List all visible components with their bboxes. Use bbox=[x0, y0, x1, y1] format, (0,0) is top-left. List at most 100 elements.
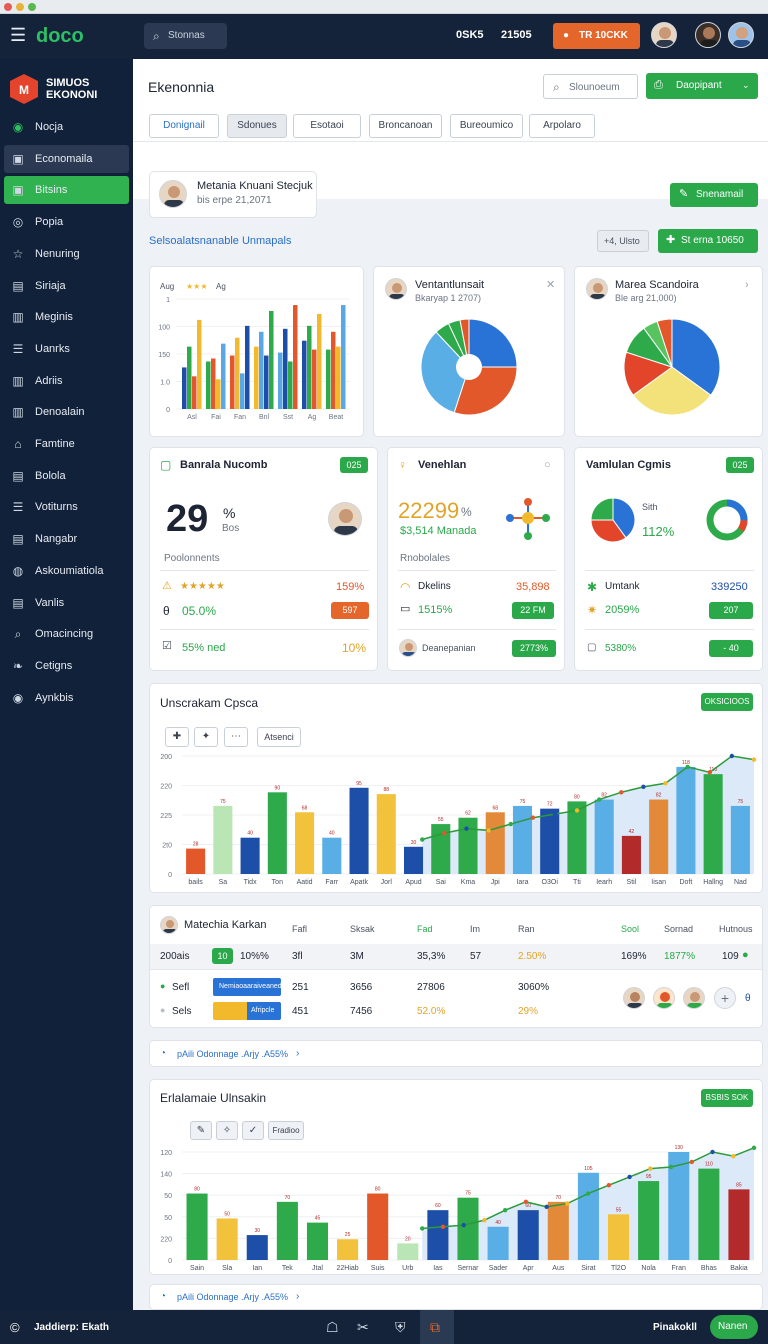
home-icon: ⌂ bbox=[14, 437, 22, 451]
sidebar-item-10[interactable]: ⌂ Famtine bbox=[4, 430, 129, 458]
line-point bbox=[440, 1224, 446, 1229]
filter-0[interactable]: Donignail bbox=[149, 114, 219, 138]
toolbar-pin-button[interactable]: ✦ bbox=[194, 727, 218, 747]
sidebar-item-5[interactable]: ▤ Siriaja bbox=[4, 272, 129, 300]
profile-card[interactable]: Metania Knuani Stecjuk bis erpe 21,2071 bbox=[149, 171, 317, 218]
link-text[interactable]: pAili Odonnage .Arjy .A55% bbox=[177, 1050, 288, 1059]
cta-button[interactable]: ● TR 10CKK bbox=[553, 23, 640, 49]
sidebar-item-11[interactable]: ▤ Bolola bbox=[4, 462, 129, 490]
chevron-right-icon[interactable]: › bbox=[745, 280, 749, 291]
close-dot[interactable] bbox=[4, 3, 12, 11]
sidebar-item-14[interactable]: ◍ Askoumiatiola bbox=[4, 557, 129, 585]
sidebar-item-16[interactable]: ⌕ Omacincing bbox=[4, 620, 129, 648]
chevron-right-icon: › bbox=[296, 1291, 300, 1302]
combo-chart-2-action[interactable]: BSBIS SOK bbox=[701, 1089, 753, 1107]
sidebar-item-9[interactable]: ▥ Denoalain bbox=[4, 398, 129, 426]
toolbar-add-button[interactable]: ✚ bbox=[165, 727, 189, 747]
x-tick-label: Stil bbox=[627, 879, 637, 886]
close-icon[interactable]: ✕ bbox=[546, 280, 555, 291]
filter-5[interactable]: Arpolaro bbox=[529, 114, 595, 138]
sidebar-item-12[interactable]: ☰ Votiturns bbox=[4, 493, 129, 521]
kpi-2-divider-2 bbox=[398, 629, 556, 630]
footer-right-text: Pinakokll bbox=[653, 1322, 697, 1333]
table-row-1[interactable]: 200ais 10 10%% 3fl 3M 35,3% 57 2.50% 169… bbox=[150, 944, 762, 969]
sidebar-item-label: Nenuring bbox=[35, 247, 80, 260]
shield-icon[interactable]: ⛨ bbox=[395, 1320, 406, 1334]
primary-button[interactable]: ⎙ Daopipant ⌄ bbox=[646, 73, 758, 99]
footer-bar: © Jaddierp: Ekath ☖ ✂ ⛨ ⧉ Pinakokll Nane… bbox=[0, 1310, 768, 1344]
footer-active-tab[interactable]: ⧉ bbox=[420, 1310, 454, 1344]
export-icon: ⎙ bbox=[654, 79, 663, 91]
sidebar-item-label: Votiturns bbox=[35, 501, 78, 514]
cell: 3060% bbox=[518, 982, 550, 993]
y-tick-label: 50 bbox=[164, 1215, 172, 1222]
x-tick-label: Asl bbox=[187, 414, 197, 421]
section-counter[interactable]: +4, Ulsto bbox=[597, 230, 649, 252]
data-label: 80 bbox=[194, 1187, 200, 1193]
sidebar-item-17[interactable]: ❧ Cetigns bbox=[4, 652, 129, 680]
section-action-button[interactable]: ✚ St erna 10650 bbox=[658, 229, 758, 253]
sidebar-item-13[interactable]: ▤ Nangabr bbox=[4, 525, 129, 553]
toolbar-filter-button[interactable]: Atsenci bbox=[257, 727, 301, 747]
member-avatar-2[interactable] bbox=[653, 987, 675, 1009]
brand-logo[interactable]: doco bbox=[36, 26, 84, 46]
filter-4[interactable]: Bureoumico bbox=[450, 114, 523, 138]
square-icon: ▣ bbox=[12, 183, 24, 198]
sidebar-item-6[interactable]: ▥ Meginis bbox=[4, 303, 129, 331]
filter-2[interactable]: Esotaoi bbox=[293, 114, 361, 138]
x-tick-label: Sader bbox=[489, 1265, 508, 1272]
sidebar-item-label: Denoalain bbox=[35, 406, 85, 419]
member-avatar-3[interactable] bbox=[683, 987, 705, 1009]
cell: 57 bbox=[470, 951, 482, 962]
search-icon: ⌕ bbox=[553, 80, 560, 94]
data-label: 30 bbox=[411, 840, 417, 846]
user-avatar-1[interactable] bbox=[651, 22, 677, 48]
toolbar-more-button[interactable]: ⋯ bbox=[224, 727, 248, 747]
user-avatar-2[interactable] bbox=[695, 22, 721, 48]
menu-icon[interactable]: ☰ bbox=[10, 26, 26, 44]
bar bbox=[216, 379, 221, 409]
top-search[interactable]: ⌕ Stonnas bbox=[144, 23, 227, 49]
bar bbox=[457, 1197, 479, 1260]
row-dot-icon: ● bbox=[160, 1005, 166, 1015]
sidebar-item-label: Meginis bbox=[35, 311, 73, 324]
x-tick-label: Ag bbox=[308, 414, 317, 421]
user-avatar-3[interactable] bbox=[728, 22, 754, 48]
x-tick-label: Jpi bbox=[491, 879, 500, 886]
minimize-dot[interactable] bbox=[16, 3, 24, 11]
data-label: 95 bbox=[356, 781, 362, 787]
sidebar-item-7[interactable]: ☰ Uanrks bbox=[4, 335, 129, 363]
filter-1[interactable]: Sdonues bbox=[227, 114, 287, 138]
sidebar-item-0[interactable]: ◉ Nocja bbox=[4, 113, 129, 141]
header-search[interactable]: ⌕ Slounoeum bbox=[543, 74, 638, 99]
kpi-2-value: 22299 bbox=[398, 498, 460, 523]
sidebar-item-15[interactable]: ▤ Vanlis bbox=[4, 589, 129, 617]
link-row-2[interactable]: ◔ pAili Odonnage .Arjy .A55% › bbox=[149, 1284, 763, 1310]
sidebar-item-4[interactable]: ☆ Nenuring bbox=[4, 240, 129, 268]
filter-3[interactable]: Broncanoan bbox=[369, 114, 442, 138]
bar bbox=[349, 787, 369, 874]
sidebar-item-1[interactable]: ▣ Economaila bbox=[4, 144, 129, 173]
line-point bbox=[585, 1191, 591, 1196]
bot-icon[interactable]: ☖ bbox=[326, 1320, 339, 1334]
kpi-2-row2-icon: ▭ bbox=[400, 603, 411, 615]
sidebar-item-3[interactable]: ◎ Popia bbox=[4, 208, 129, 236]
member-avatar-1[interactable] bbox=[623, 987, 645, 1009]
x-tick-label: Apatk bbox=[350, 879, 368, 886]
sidebar-item-18[interactable]: ◉ Aynkbis bbox=[4, 684, 129, 712]
combo-chart-1-action[interactable]: OKSICIOOS bbox=[701, 693, 753, 711]
link-text[interactable]: pAili Odonnage .Arjy .A55% bbox=[177, 1293, 288, 1302]
tools-icon[interactable]: ✂ bbox=[357, 1320, 369, 1334]
data-label: 40 bbox=[495, 1220, 501, 1226]
radio-icon[interactable]: ○ bbox=[544, 460, 551, 471]
combo-chart-card-1: Unscrakam Cpsca OKSICIOOS ✚ ✦ ⋯ Atsenci … bbox=[149, 683, 763, 893]
sidebar-item-2[interactable]: ▣ Bitsins bbox=[4, 176, 129, 205]
add-member-icon[interactable]: + bbox=[714, 987, 736, 1009]
footer-action-button[interactable]: Nanen bbox=[710, 1315, 758, 1339]
maximize-dot[interactable] bbox=[28, 3, 36, 11]
send-button[interactable]: ✎ Snenamail bbox=[670, 183, 758, 207]
bar bbox=[649, 799, 669, 874]
bar bbox=[192, 376, 197, 409]
link-row-1[interactable]: ◔ pAili Odonnage .Arjy .A55% › bbox=[149, 1040, 763, 1067]
sidebar-item-8[interactable]: ▥ Adriis bbox=[4, 367, 129, 395]
